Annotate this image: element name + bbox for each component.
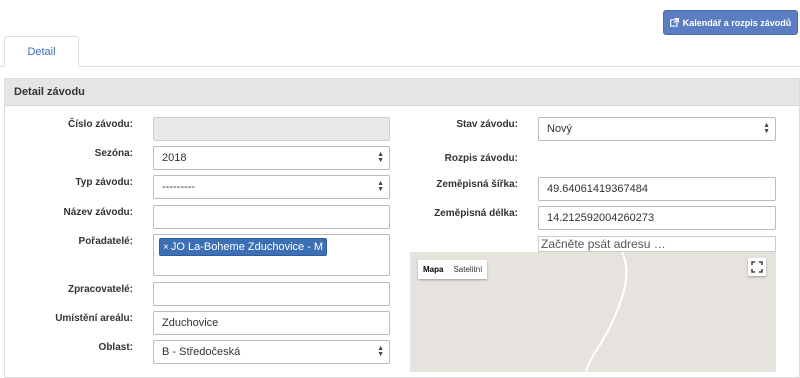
- map-type-satellite-button[interactable]: Satelitní: [448, 265, 487, 274]
- updown-arrows-icon: ▲ ▼: [377, 345, 384, 358]
- typ-value: ---------: [162, 181, 195, 193]
- external-link-icon: [669, 18, 679, 27]
- sezona-label: Sezóna:: [94, 148, 133, 159]
- stav-value: Nový: [547, 123, 573, 135]
- fullscreen-icon: [751, 261, 763, 273]
- updown-arrows-icon: ▲ ▼: [763, 122, 770, 135]
- rozpis-label: Rozpis závodu:: [444, 153, 518, 164]
- address-search-input[interactable]: Začněte psát adresu …: [538, 236, 776, 252]
- zpracovatele-field[interactable]: [153, 282, 390, 306]
- map-fullscreen-button[interactable]: [748, 258, 766, 276]
- stav-label: Stav závodu:: [456, 119, 518, 130]
- tab-detail[interactable]: Detail: [4, 36, 79, 67]
- calendar-schedule-button-label: Kalendář a rozpis závodů: [682, 17, 792, 28]
- cislo-field[interactable]: [153, 117, 390, 141]
- zpracovatele-label: Zpracovatelé:: [67, 284, 133, 295]
- umisteni-field[interactable]: Zduchovice: [153, 311, 390, 335]
- tag-remove-icon[interactable]: ×: [163, 242, 169, 253]
- oblast-select[interactable]: B - Středočeská ▲ ▼: [153, 340, 390, 364]
- sezona-select[interactable]: 2018 ▲ ▼: [153, 146, 390, 170]
- map-type-map-button[interactable]: Mapa: [418, 265, 448, 274]
- poradatel-tag-label: JO La-Boheme Zduchovice - M: [170, 241, 324, 253]
- sirka-label: Zeměpisná šířka:: [436, 179, 518, 190]
- poradatele-multiselect[interactable]: × JO La-Boheme Zduchovice - M: [153, 234, 390, 276]
- delka-label: Zeměpisná délka:: [434, 208, 518, 219]
- tab-detail-label: Detail: [27, 45, 56, 58]
- stav-select[interactable]: Nový ▲ ▼: [538, 117, 776, 141]
- delka-field[interactable]: 14.212592004260273: [538, 206, 776, 230]
- poradatel-tag[interactable]: × JO La-Boheme Zduchovice - M: [159, 238, 328, 256]
- typ-label: Typ závodu:: [75, 177, 133, 188]
- typ-select[interactable]: --------- ▲ ▼: [153, 175, 390, 199]
- panel-title-text: Detail závodu: [14, 86, 85, 98]
- calendar-schedule-button[interactable]: Kalendář a rozpis závodů: [663, 10, 798, 35]
- panel-title: Detail závodu: [5, 79, 799, 106]
- updown-arrows-icon: ▲ ▼: [377, 180, 384, 193]
- nazev-field[interactable]: [153, 205, 390, 229]
- sirka-field[interactable]: 49.64061419367484: [538, 177, 776, 201]
- oblast-label: Oblast:: [98, 342, 133, 353]
- nazev-label: Název závodu:: [63, 207, 133, 218]
- umisteni-label: Umístění areálu:: [55, 313, 133, 324]
- tab-bar-divider: [0, 66, 800, 67]
- cislo-label: Číslo závodu:: [67, 119, 133, 130]
- sezona-value: 2018: [162, 152, 187, 164]
- updown-arrows-icon: ▲ ▼: [377, 151, 384, 164]
- oblast-value: B - Středočeská: [162, 346, 241, 358]
- map-type-control: Mapa Satelitní: [418, 260, 488, 279]
- poradatele-label: Pořadatelé:: [78, 236, 133, 247]
